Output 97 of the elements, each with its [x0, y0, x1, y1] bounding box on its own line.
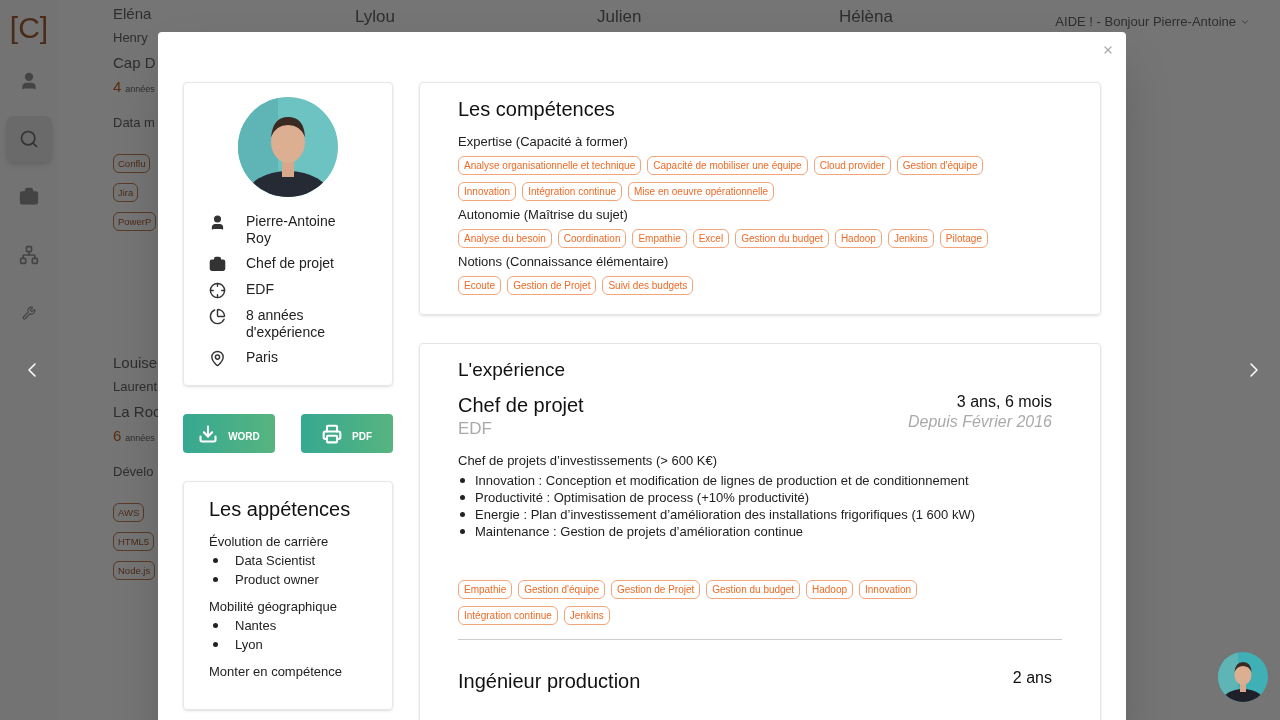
list-item: Productivité : Optimisation de process (+10% productivité) [475, 489, 810, 506]
bullet-icon [213, 577, 218, 582]
job-title: Ingénieur production [458, 669, 641, 694]
skill-tag: Mise en oeuvre opérationnelle [628, 182, 774, 201]
printer-icon [322, 423, 342, 444]
group-label: Notions (Connaissance élémentaire) [458, 253, 670, 271]
job-start-date: Depuis Février 2016 [907, 412, 1052, 432]
candidate-title: Data m [113, 113, 155, 132]
candidate-first-name: Julien [597, 6, 643, 28]
section-title: L'expérience [458, 358, 567, 382]
pie-chart-icon [209, 308, 226, 325]
download-icon [198, 423, 219, 444]
skill-tag: Gestion de Projet [507, 276, 597, 295]
candidate-first-name: Louise [113, 353, 158, 373]
skill-tag: Pilotage [939, 229, 988, 248]
skill-tag: Capacité de mobiliser une équipe [647, 156, 808, 175]
skill-tag: Gestion de Projet [611, 580, 701, 599]
skill-tag: AWS [113, 503, 145, 522]
skill-tag: Innovation [859, 580, 918, 599]
job-company: EDF [458, 418, 493, 440]
skill-tag: Gestion d'équipe [896, 156, 984, 175]
candidate-first-name: Hélèna [839, 6, 894, 28]
list-item: Innovation : Conception et modification de lignes de production et de conditionnement [475, 472, 969, 489]
skill-tag: Hadoop [834, 229, 882, 248]
skill-tag: Conflu [113, 154, 151, 173]
candidate-title: Dévelo [113, 462, 154, 481]
list-item: Nantes [235, 617, 277, 635]
profile-detail: Chef de projet [246, 255, 335, 272]
search-icon[interactable] [6, 116, 52, 162]
skill-tag: Jira [113, 183, 139, 202]
briefcase-icon [209, 256, 226, 273]
group-label: Expertise (Capacité à former) [458, 133, 629, 151]
job-duration: 2 ans [1012, 668, 1052, 688]
skill-tag: Hadoop [806, 580, 854, 599]
skill-tag: Cloud provider [813, 156, 891, 175]
candidate-first-name: Eléna [113, 4, 152, 24]
profile-detail: EDF [246, 281, 275, 298]
job-title: Chef de projet [458, 393, 584, 418]
profile-detail: Paris [246, 349, 279, 366]
skill-tag: Gestion du budget [735, 229, 829, 248]
list-item: Data Scientist [235, 552, 316, 570]
skill-tag: HTML5 [113, 532, 155, 551]
group-label: Évolution de carrière [209, 533, 330, 551]
list-item: Product owner [235, 571, 319, 589]
candidate-last-name: Henry [113, 29, 148, 47]
group-label: Autonomie (Maîtrise du sujet) [458, 206, 629, 224]
list-item: Maintenance : Gestion de projets d’amélioration continue [475, 523, 804, 540]
years-label: années [125, 83, 155, 96]
bullet-icon [213, 623, 218, 628]
skill-tag: Intégration continue [458, 606, 558, 625]
bullet-icon [460, 478, 465, 483]
skill-tag: Coordination [557, 229, 627, 248]
years-label: années [125, 432, 155, 445]
candidate-last-name: Laurent [113, 378, 158, 396]
user-menu[interactable]: AIDE ! - Bonjour Pierre-Antoine [1055, 12, 1250, 32]
bullet-icon [460, 512, 465, 517]
bullet-icon [213, 558, 218, 563]
candidate-first-name: Lylou [355, 6, 396, 28]
user-icon [209, 214, 226, 231]
pdf-button[interactable]: PDF [301, 414, 393, 453]
group-label: Monter en compétence [209, 663, 343, 681]
chat-avatar[interactable] [1218, 652, 1268, 702]
bullet-icon [460, 495, 465, 500]
candidate-company: Cap D [113, 53, 156, 73]
skill-tag: Jenkins [887, 229, 934, 248]
profile-detail: Pierre-Antoine Roy [246, 213, 337, 247]
skill-tag: PowerP [113, 212, 157, 231]
close-icon[interactable] [1102, 44, 1114, 56]
job-duration: 3 ans, 6 mois [956, 392, 1052, 412]
list-item: Energie : Plan d’investissement d’amélioration des installations frigorifiques (1 600 kW) [475, 506, 976, 523]
map-pin-icon [209, 350, 226, 367]
list-item: Lyon [235, 636, 263, 654]
logo[interactable]: [C] [9, 10, 49, 46]
skill-tag: Analyse organisationnelle et technique [458, 156, 642, 175]
skill-tag: Suivi des budgets [602, 276, 694, 295]
skill-tag: Node.js [113, 561, 156, 580]
skill-tag: Innovation [458, 182, 517, 201]
profile-detail: 8 années d'expérience [246, 307, 326, 341]
skill-tag: Gestion du budget [706, 580, 800, 599]
years-count: 4 [113, 77, 122, 97]
skill-tag: Intégration continue [522, 182, 622, 201]
skill-tag: Analyse du besoin [458, 229, 552, 248]
bullet-icon [460, 529, 465, 534]
section-title: Les appétences [209, 497, 352, 522]
word-button[interactable]: WORD [183, 414, 275, 453]
years-count: 6 [113, 426, 122, 446]
skill-tag: Empathie [632, 229, 687, 248]
section-title: Les compétences [458, 97, 616, 122]
skill-tag: Gestion d'équipe [518, 580, 605, 599]
crosshair-icon [209, 282, 226, 299]
skill-tag: Jenkins [563, 606, 610, 625]
skill-tag: Excel [692, 229, 730, 248]
group-label: Mobilité géographique [209, 598, 338, 616]
skill-tag: Empathie [458, 580, 513, 599]
bullet-icon [213, 642, 218, 647]
skill-tag: Ecoute [458, 276, 502, 295]
job-summary: Chef de projets d’investissements (> 600 K€) [458, 452, 719, 470]
